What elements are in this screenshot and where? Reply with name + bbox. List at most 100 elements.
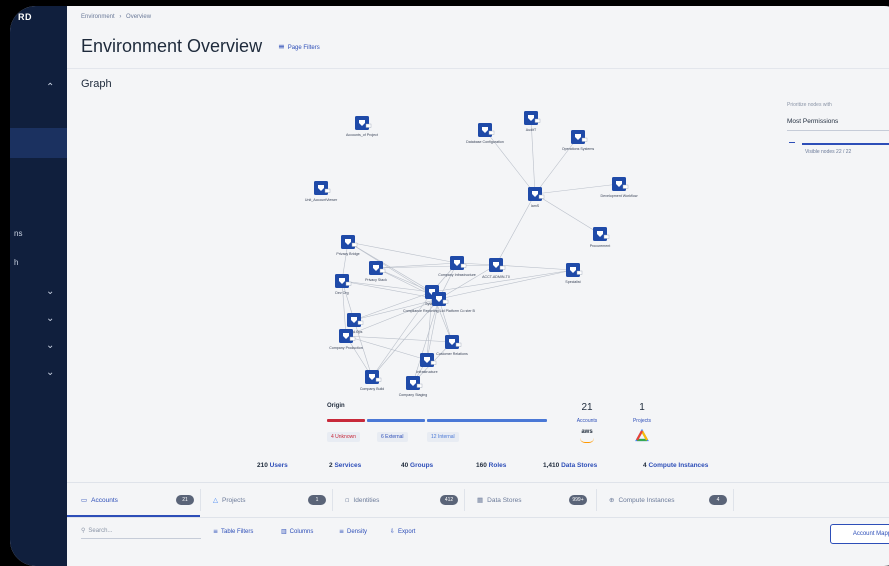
origin-tag-unknown[interactable]: 4 Unknown xyxy=(327,432,361,442)
export-button[interactable]: ⇩ Export xyxy=(390,528,415,535)
sidebar-item-active[interactable] xyxy=(10,128,67,158)
tab-bar: ▭ Accounts 21 △ Projects 1 ▫ Identities 412… xyxy=(67,482,889,518)
graph-edge xyxy=(534,193,601,235)
tab-divider xyxy=(200,489,201,511)
tab-compute-instances[interactable]: ⊕ Compute Instances xyxy=(609,483,674,517)
aws-badge-icon xyxy=(460,263,467,268)
summary-roles[interactable]: 160 Roles xyxy=(476,462,506,469)
origin-bar-internal xyxy=(427,419,547,422)
chevron-down-icon[interactable]: ⌄ xyxy=(46,367,54,378)
graph-node-label: Infrastructure xyxy=(416,370,437,374)
table-icon: ▦ xyxy=(477,496,484,504)
chevron-down-icon[interactable]: ⌄ xyxy=(46,340,54,351)
graph-node[interactable]: Company Staging xyxy=(399,376,428,397)
search-input[interactable]: ⚲ Search... xyxy=(81,524,201,539)
graph-node[interactable]: AuditT xyxy=(524,111,541,132)
columns-button[interactable]: ▥ Columns xyxy=(281,528,313,535)
graph-node[interactable]: IamS xyxy=(528,187,545,208)
graph-node-label: Company Staging xyxy=(399,393,428,397)
chevron-down-icon[interactable]: ⌄ xyxy=(46,286,54,297)
chevron-up-icon[interactable]: ⌃ xyxy=(46,82,54,93)
graph-node-label: Customer Relations xyxy=(436,352,468,356)
sidebar: RD ⌃ ns h ⌄ ⌄ ⌄ ⌄ xyxy=(10,6,67,566)
density-icon: ≡ xyxy=(339,528,345,535)
projects-count: 1 xyxy=(639,402,645,413)
accounts-label[interactable]: Accounts xyxy=(567,418,607,424)
graph-node[interactable]: Specialist xyxy=(565,263,583,284)
density-button[interactable]: ≡ Density xyxy=(339,528,367,535)
logo: RD xyxy=(18,12,32,22)
graph-node[interactable]: Accounts_of Project xyxy=(346,116,378,137)
sidebar-item-label[interactable]: ns xyxy=(14,229,22,238)
graph-edge xyxy=(534,183,620,195)
graph-node[interactable]: Company Build xyxy=(360,370,384,391)
graph-edge xyxy=(375,264,497,269)
summary-services[interactable]: 2 Services xyxy=(329,462,361,469)
summary-roles-label: Roles xyxy=(488,462,507,469)
summary-data-stores[interactable]: 1,410 Data Stores xyxy=(543,462,597,469)
aws-badge-icon xyxy=(365,123,372,128)
gcp-icon: △ xyxy=(213,496,218,504)
aws-badge-icon xyxy=(488,130,495,135)
gcp-logo-icon xyxy=(635,429,649,442)
aws-badge-icon xyxy=(416,383,423,388)
aws-badge-icon xyxy=(351,242,358,247)
origin-tag-external[interactable]: 6 External xyxy=(377,432,408,442)
graph-node-label: Procurement xyxy=(590,244,611,248)
graph-node[interactable]: Compliance Reporting Ltd Platform Co ste… xyxy=(403,292,476,313)
summary-data-stores-count: 1,410 xyxy=(543,462,560,469)
graph-node-label: Specialist xyxy=(565,280,580,284)
tab-identities-badge: 412 xyxy=(440,495,458,505)
density-label: Density xyxy=(347,529,368,535)
graph-edges xyxy=(341,117,620,384)
graph-node-label: Compliance Reporting Ltd Platform Co ste… xyxy=(403,309,476,313)
graph-node[interactable]: Unit_AccountViewer xyxy=(305,181,338,202)
graph-node[interactable]: ACCT-ADMIN-T0 xyxy=(482,258,510,279)
aws-badge-icon xyxy=(499,265,506,270)
graph-node-label: Company Build xyxy=(360,387,384,391)
tab-identities[interactable]: ▫ Identities xyxy=(345,483,379,517)
tab-accounts[interactable]: ▭ Accounts xyxy=(81,483,118,517)
summary-compute-label: Compute Instances xyxy=(648,462,709,469)
aws-badge-icon xyxy=(576,270,583,275)
tab-divider xyxy=(464,489,465,511)
network-graph[interactable]: Accounts_of Project Database Configuratio… xyxy=(67,6,889,561)
summary-groups-count: 40 xyxy=(401,462,409,469)
active-tab-indicator xyxy=(67,515,200,517)
summary-services-count: 2 xyxy=(329,462,333,469)
graph-node-label: IamS xyxy=(531,204,540,208)
main-content: Environment › Overview Environment Overv… xyxy=(67,6,889,566)
table-filters-button[interactable]: ≡ Table Filters xyxy=(213,528,253,535)
graph-edge xyxy=(495,264,574,271)
app-window: RD ⌃ ns h ⌄ ⌄ ⌄ ⌄ Environment › Overview… xyxy=(10,6,889,566)
compute-icon: ⊕ xyxy=(609,496,615,504)
graph-node[interactable]: Development Workflow xyxy=(601,177,638,198)
graph-node[interactable]: Privacy Bridge xyxy=(336,235,360,256)
graph-node[interactable]: Customer Relations xyxy=(436,335,468,356)
tab-data-stores-label: Data Stores xyxy=(487,497,522,504)
sidebar-item-label[interactable]: h xyxy=(14,258,18,267)
aws-badge-icon xyxy=(324,188,331,193)
graph-node[interactable]: Dev Org xyxy=(335,274,352,295)
account-mapping-button[interactable]: Account Mapping xyxy=(830,524,889,544)
summary-groups[interactable]: 40 Groups xyxy=(401,462,433,469)
tab-projects[interactable]: △ Projects xyxy=(213,483,245,517)
origin-tag-internal[interactable]: 12 Internal xyxy=(427,432,459,442)
summary-users-count: 210 xyxy=(257,462,268,469)
projects-label[interactable]: Projects xyxy=(622,418,662,424)
graph-node[interactable]: Procurement xyxy=(590,227,611,248)
tab-accounts-label: Accounts xyxy=(91,497,118,504)
graph-node[interactable]: Database Configuration xyxy=(466,123,504,144)
origin-bar-external xyxy=(367,419,425,422)
graph-node-label: Privacy Stack xyxy=(365,278,387,282)
graph-node[interactable]: Operations Systems xyxy=(562,130,595,151)
summary-users[interactable]: 210 Users xyxy=(257,462,288,469)
columns-label: Columns xyxy=(289,529,314,535)
summary-data-stores-label: Data Stores xyxy=(561,462,598,469)
tab-data-stores[interactable]: ▦ Data Stores xyxy=(477,483,521,517)
graph-node[interactable]: Infrastructure xyxy=(416,353,438,374)
chevron-down-icon[interactable]: ⌄ xyxy=(46,313,54,324)
export-label: Export xyxy=(398,529,416,535)
summary-compute-instances[interactable]: 4 Compute Instances xyxy=(643,462,708,469)
summary-users-label: Users xyxy=(269,462,288,469)
